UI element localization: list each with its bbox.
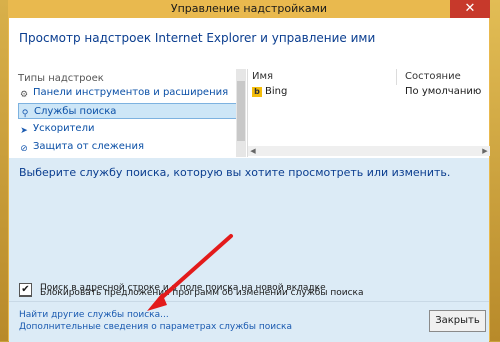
manage-addons-window: Управление надстройками ✕ Просмотр надст… xyxy=(8,0,490,342)
window-close-button[interactable]: ✕ xyxy=(450,0,490,18)
window-content: Просмотр надстроек Internet Explorer и у… xyxy=(9,18,490,342)
desktop-background-right xyxy=(490,0,500,341)
desktop-background-left xyxy=(0,0,8,341)
red-arrow-annotation xyxy=(147,234,233,311)
window-title: Управление надстройками xyxy=(170,2,328,15)
